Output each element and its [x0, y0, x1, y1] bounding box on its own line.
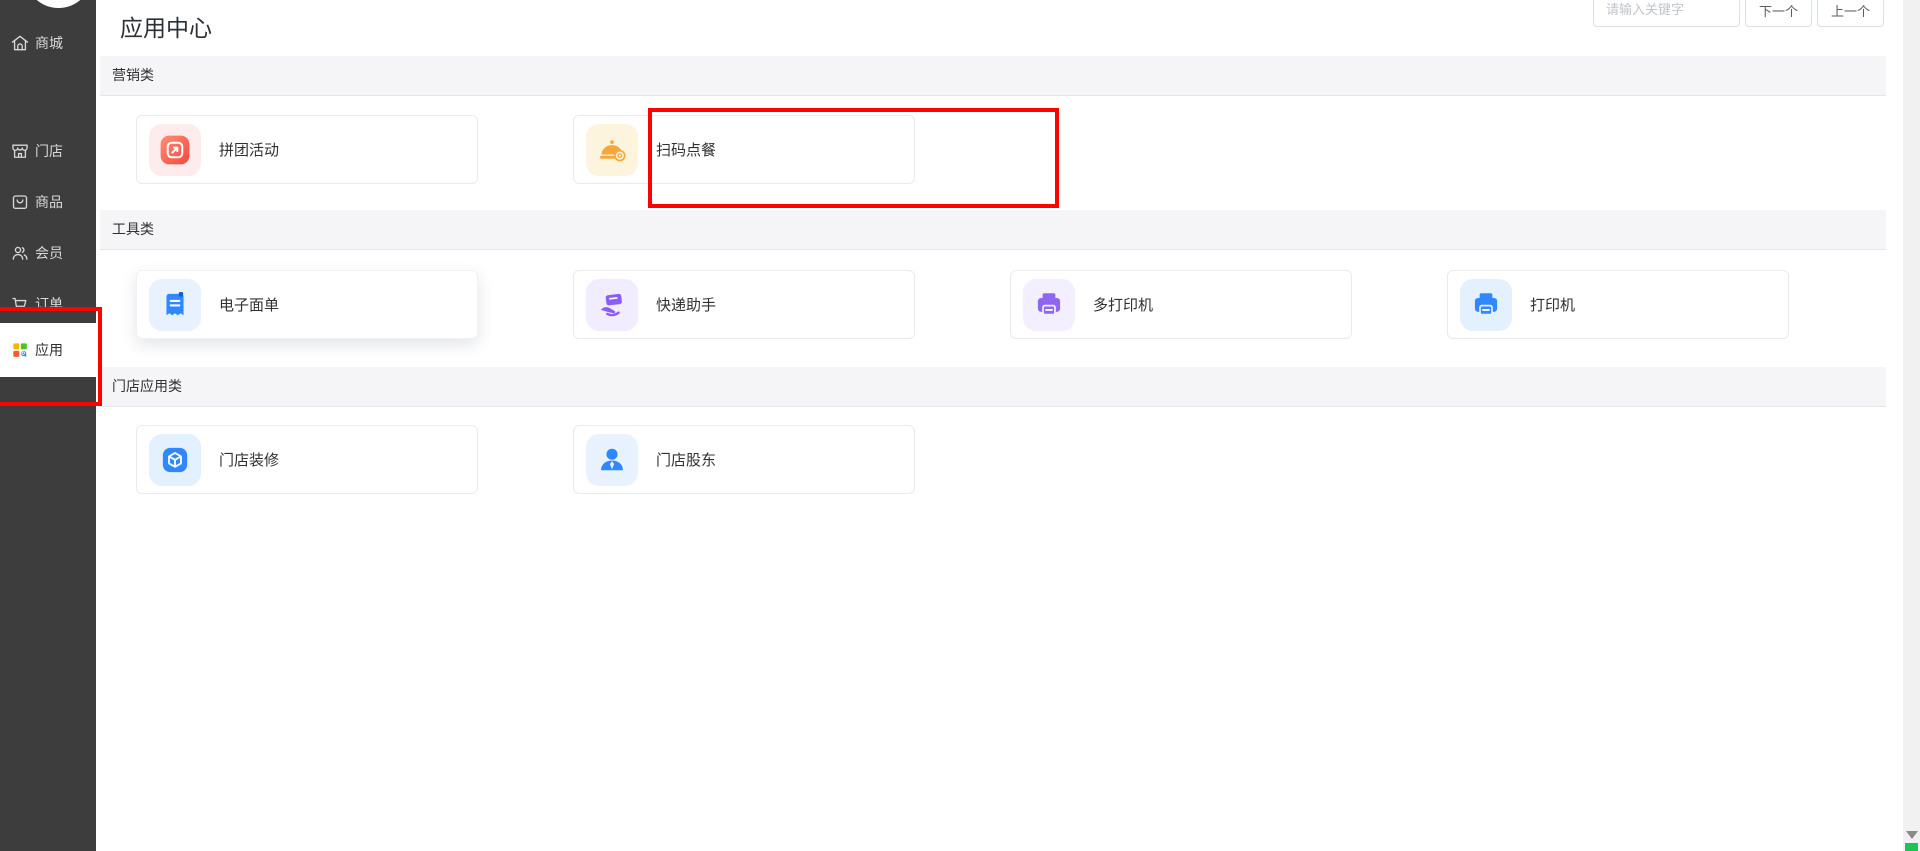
- sidebar-item-label: 订单: [35, 297, 63, 313]
- next-button[interactable]: 下一个: [1745, 0, 1813, 27]
- express-helper-icon: [586, 278, 638, 331]
- scrollbar-thumb[interactable]: [1905, 843, 1918, 851]
- main-content: 应用中心 下一个 上一个 营销类: [96, 0, 1903, 851]
- members-icon: [12, 246, 28, 260]
- avatar[interactable]: [25, 0, 92, 8]
- orders-icon: [12, 297, 27, 311]
- section-cards-tools: 电子面单 快递助手 多打印机 打印机: [100, 250, 1886, 367]
- app-card-multi-printer[interactable]: 多打印机: [1010, 270, 1352, 339]
- app-sections: 营销类 拼团活动 扫码点餐 工具类 电子面单 快递助手 多打印机 打印机 门店应…: [100, 56, 1886, 514]
- sidebar-item-label: 商品: [35, 195, 63, 211]
- scan-order-icon: [586, 123, 638, 176]
- apps-icon: [13, 343, 27, 357]
- goods-icon: [12, 195, 28, 210]
- keyword-search-input[interactable]: [1593, 0, 1740, 27]
- prev-button[interactable]: 上一个: [1817, 0, 1885, 27]
- app-card-express-helper[interactable]: 快递助手: [573, 270, 915, 339]
- app-card-store-shareholder[interactable]: 门店股东: [573, 425, 915, 494]
- scroll-down-arrow-icon[interactable]: [1906, 831, 1918, 839]
- sidebar-item-label: 应用: [35, 343, 63, 359]
- group-buy-icon: [149, 123, 201, 176]
- sidebar-item-label: 会员: [35, 246, 63, 262]
- app-card-waybill[interactable]: 电子面单: [136, 270, 478, 339]
- store-shareholder-icon: [586, 433, 638, 486]
- app-card-label: 打印机: [1530, 296, 1576, 314]
- app-card-label: 电子面单: [219, 296, 280, 314]
- section-cards-marketing: 拼团活动 扫码点餐: [100, 96, 1886, 210]
- section-cards-store-apps: 门店装修 门店股东: [100, 407, 1886, 514]
- store-decor-icon: [149, 433, 201, 486]
- app-card-printer[interactable]: 打印机: [1447, 270, 1789, 339]
- sidebar-item-goods[interactable]: 商品: [0, 190, 96, 214]
- scrollbar-track[interactable]: [1903, 0, 1920, 851]
- app-card-label: 快递助手: [656, 296, 717, 314]
- section-header-store-apps: 门店应用类: [100, 367, 1886, 407]
- store-icon: [12, 144, 28, 158]
- app-card-label: 门店装修: [219, 451, 280, 469]
- section-header-marketing: 营销类: [100, 56, 1886, 96]
- app-card-scan-order[interactable]: 扫码点餐: [573, 115, 915, 184]
- keyword-toolbar: 下一个 上一个: [1593, 0, 1885, 27]
- sidebar-item-members[interactable]: 会员: [0, 241, 96, 265]
- home-icon: [11, 35, 29, 51]
- sidebar-item-store[interactable]: 门店: [0, 139, 96, 163]
- page-title: 应用中心: [120, 16, 212, 42]
- app-card-label: 拼团活动: [219, 141, 280, 159]
- sidebar-item-label: 商城: [35, 36, 63, 52]
- app-card-group-buy[interactable]: 拼团活动: [136, 115, 478, 184]
- sidebar-item-mall[interactable]: 商城: [0, 31, 96, 55]
- app-card-label: 门店股东: [656, 451, 717, 469]
- sidebar-item-apps[interactable]: 应用: [0, 323, 96, 377]
- app-card-label: 多打印机: [1093, 296, 1154, 314]
- printer-icon: [1460, 278, 1512, 331]
- sidebar-item-label: 门店: [35, 144, 63, 160]
- multi-printer-icon: [1023, 278, 1075, 331]
- sidebar: 商城 门店 商品 会员 订单 应用: [0, 0, 102, 851]
- app-card-store-decor[interactable]: 门店装修: [136, 425, 478, 494]
- app-center-page: 商城 门店 商品 会员 订单 应用 应用中心 请输入关键字 下一个 上一个 营销…: [0, 0, 1920, 851]
- waybill-icon: [149, 278, 201, 331]
- sidebar-item-orders[interactable]: 订单: [0, 292, 96, 316]
- app-card-label: 扫码点餐: [656, 141, 717, 159]
- section-header-tools: 工具类: [100, 210, 1886, 250]
